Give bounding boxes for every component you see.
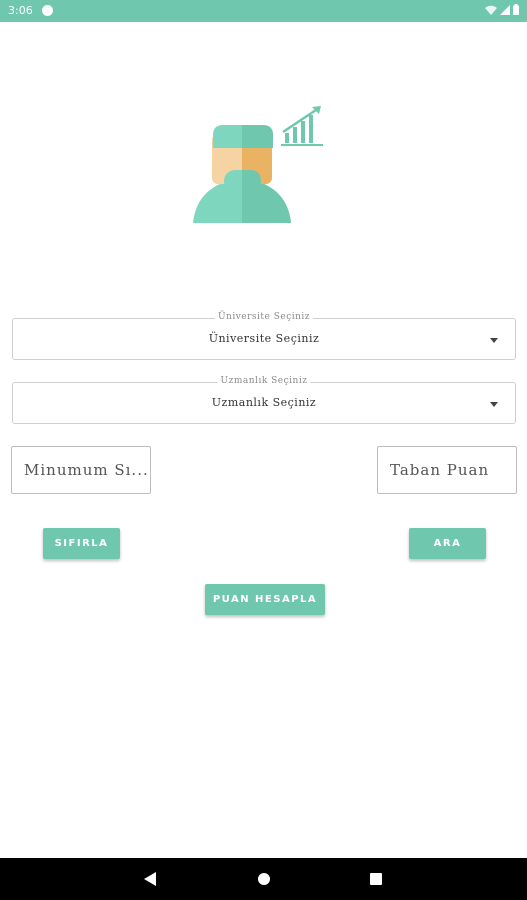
specialty-select-value: Uzmanlık Seçiniz (211, 396, 317, 409)
navigation-bar (0, 858, 527, 900)
home-icon[interactable] (258, 873, 270, 885)
base-score-input[interactable]: Taban Puan (377, 446, 517, 494)
university-select[interactable]: Üniversite Seçiniz Üniversite Seçiniz (12, 312, 516, 360)
status-bar: 3:06 (0, 0, 527, 22)
recents-icon[interactable] (370, 873, 382, 885)
chevron-down-icon (490, 338, 498, 343)
back-icon[interactable] (144, 872, 156, 886)
signal-icon (500, 4, 510, 15)
search-button[interactable]: ARA (409, 528, 486, 559)
specialty-select[interactable]: Uzmanlık Seçiniz Uzmanlık Seçiniz (12, 376, 516, 424)
calculate-score-button[interactable]: PUAN HESAPLA (205, 584, 325, 615)
university-select-value: Üniversite Seçiniz (208, 332, 320, 345)
wifi-icon (485, 5, 497, 15)
chevron-down-icon (490, 402, 498, 407)
status-time: 3:06 (8, 4, 33, 17)
university-select-legend: Üniversite Seçiniz (214, 312, 314, 322)
status-icons (485, 4, 519, 15)
reset-button[interactable]: SIFIRLA (43, 528, 120, 559)
app-notification-icon (42, 5, 53, 16)
battery-icon (513, 4, 519, 15)
specialty-select-legend: Uzmanlık Seçiniz (217, 376, 311, 386)
doctor-with-chart-icon (185, 100, 335, 230)
min-score-input[interactable]: Minumum Sı... (11, 446, 151, 494)
